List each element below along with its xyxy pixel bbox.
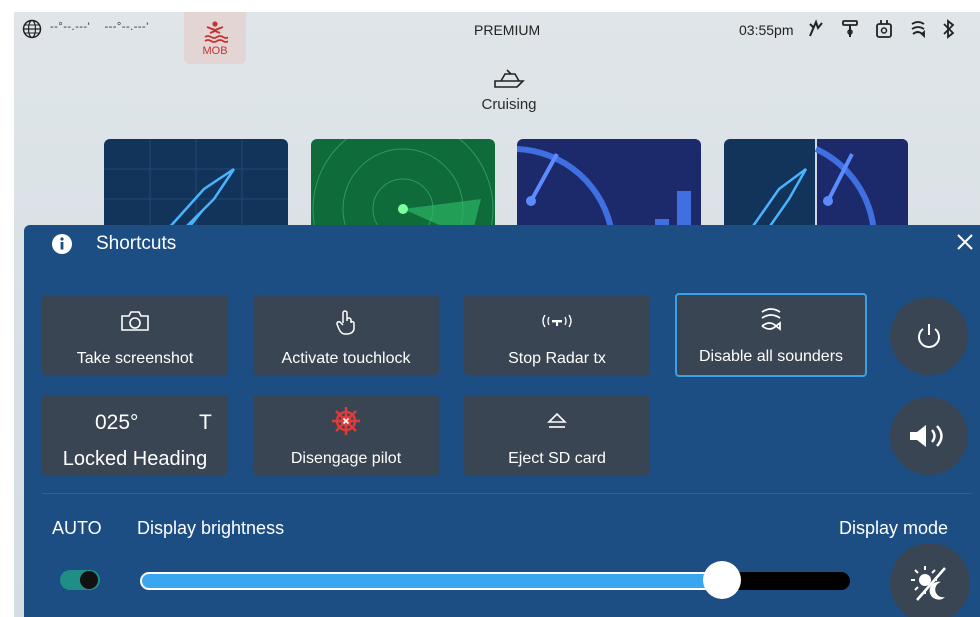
helm-icon [332,407,360,435]
toggle-knob [80,571,98,589]
longitude: ---°--.---' [104,21,149,33]
radar-tx-icon [542,314,572,328]
eject-sd-card-label: Eject SD card [508,450,606,467]
activate-touchlock-button[interactable]: Activate touchlock [253,295,439,375]
shortcuts-title: Shortcuts [96,233,177,254]
auto-brightness-toggle[interactable] [60,570,100,590]
clock: 03:55pm [739,22,794,38]
mob-label: MOB [202,44,228,57]
brightness-slider-thumb[interactable] [703,561,741,599]
locked-heading-label: Locked Heading [62,448,208,470]
autopilot-icon[interactable] [806,18,826,40]
mob-button[interactable]: MOB [184,12,246,64]
display-mode-label: Display mode [839,518,949,538]
shortcuts-panel: Shortcuts Take screenshot Activate touch… [24,225,980,617]
disengage-pilot-label: Disengage pilot [290,450,402,467]
activate-touchlock-label: Activate touchlock [281,350,411,367]
boat-mode-label: Cruising [481,96,537,113]
volume-icon [910,425,943,447]
globe-icon[interactable] [22,19,42,39]
eject-icon [547,412,567,428]
radar-icon[interactable] [874,18,894,40]
status-bar: --°--.---' ---°--.---' MOB PREMIUM 03:55… [14,12,980,64]
stop-radar-tx-button[interactable]: Stop Radar tx [464,295,650,375]
auto-brightness-label: AUTO [52,518,102,538]
status-icons [806,18,956,40]
brightness-slider-fill [140,572,722,590]
take-screenshot-button[interactable]: Take screenshot [42,295,228,375]
touch-hand-icon [336,310,355,335]
app-screen: --°--.---' ---°--.---' MOB PREMIUM 03:55… [14,12,980,617]
power-icon [918,324,940,348]
boat-icon [494,69,525,88]
power-button[interactable] [890,297,968,375]
ais-icon[interactable] [840,18,860,40]
volume-button[interactable] [890,397,968,475]
shortcuts-header: Shortcuts [24,225,980,261]
position-readout: --°--.---' ---°--.---' [50,21,149,33]
latitude: --°--.---' [50,21,91,33]
sonar-icon[interactable] [908,18,928,40]
disable-all-sounders-label: Disable all sounders [698,348,844,365]
heading-value: 025° [95,411,139,434]
day-night-icon [911,566,946,601]
display-mode-button[interactable] [890,543,970,617]
device-title: PREMIUM [474,22,541,38]
stop-radar-tx-label: Stop Radar tx [508,350,606,367]
camera-icon [121,311,149,331]
boat-mode[interactable]: Cruising [469,67,549,113]
disable-all-sounders-button[interactable]: Disable all sounders [675,293,867,377]
bluetooth-icon[interactable] [942,18,956,40]
disengage-pilot-button[interactable]: Disengage pilot [253,395,439,475]
man-overboard-icon [204,20,228,43]
eject-sd-card-button[interactable]: Eject SD card [464,395,650,475]
close-icon[interactable] [954,231,976,253]
heading-reference: T [199,411,212,434]
sounder-icon [761,308,781,331]
locked-heading-button[interactable]: 025° T Locked Heading [42,395,228,475]
display-brightness-label: Display brightness [137,518,285,538]
brightness-slider[interactable] [140,561,850,599]
section-divider [42,493,972,494]
take-screenshot-label: Take screenshot [76,350,194,367]
info-icon [52,234,72,254]
